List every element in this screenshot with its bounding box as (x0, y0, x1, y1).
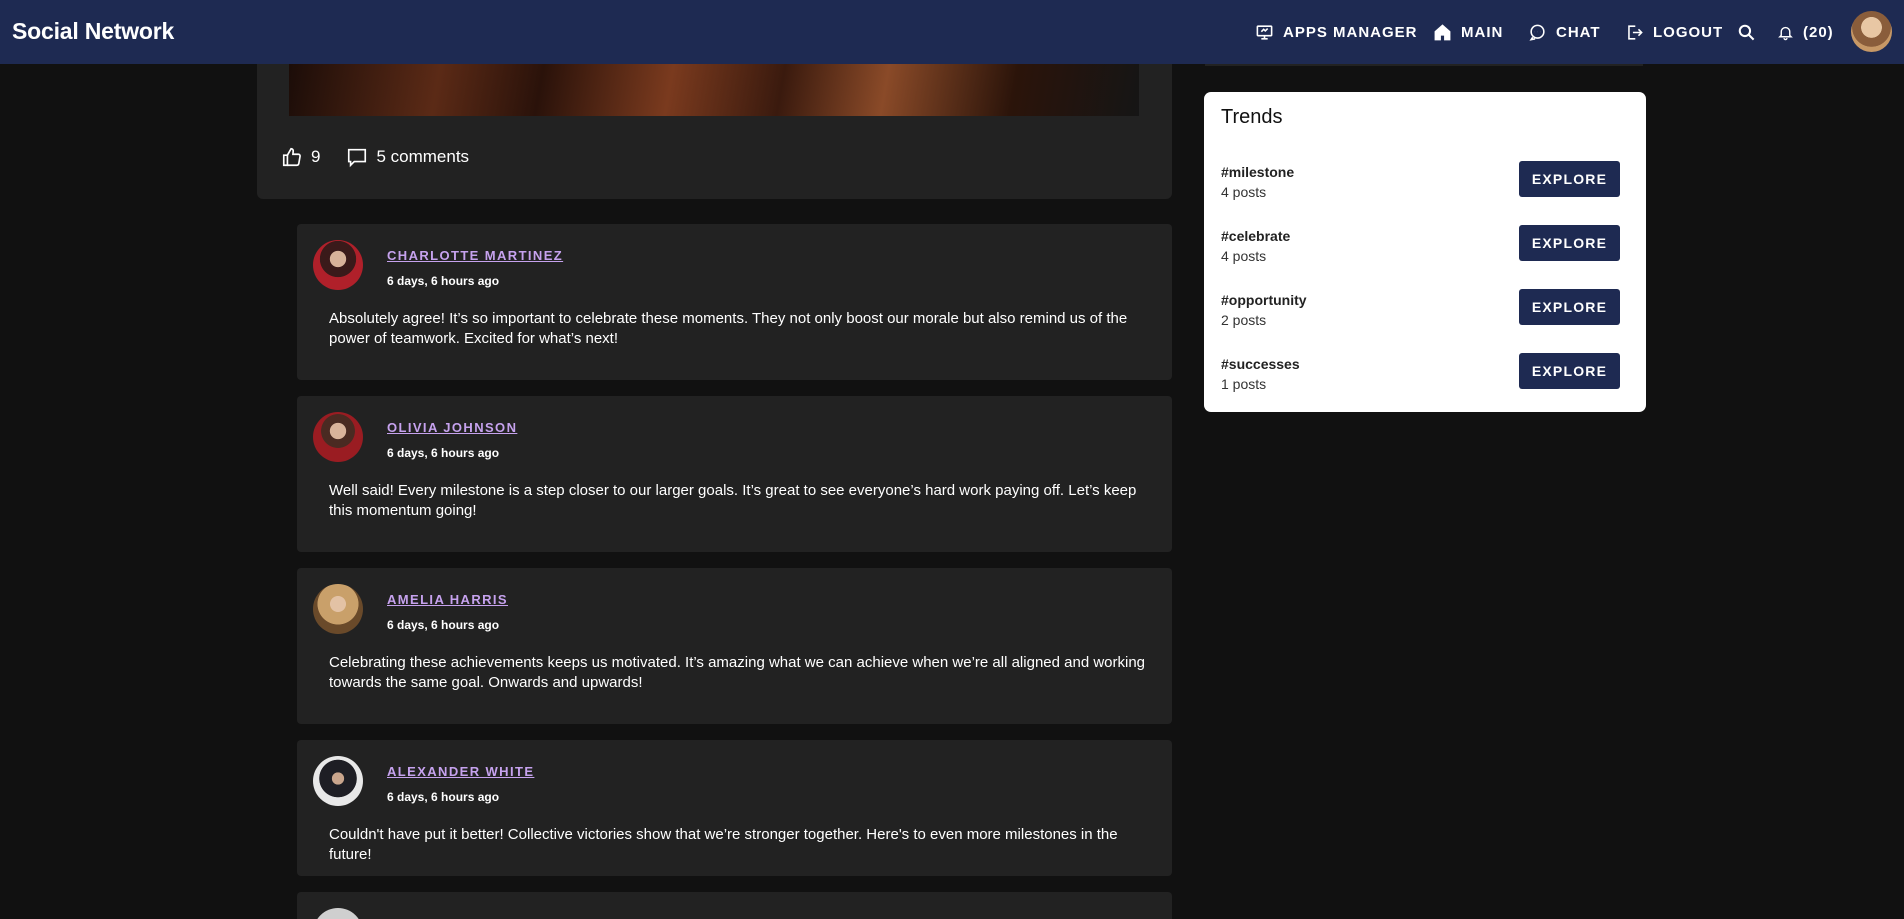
comment-timestamp: 6 days, 6 hours ago (387, 618, 500, 632)
comment-author-link[interactable]: OLIVIA JOHNSON (387, 420, 517, 435)
explore-button[interactable]: EXPLORE (1519, 225, 1620, 261)
explore-button[interactable]: EXPLORE (1519, 161, 1620, 197)
nav-chat-label: CHAT (1556, 23, 1601, 41)
nav-chat[interactable]: CHAT (1528, 0, 1601, 64)
comment-text: Well said! Every milestone is a step clo… (329, 482, 1137, 519)
comment-author-link[interactable]: CHARLOTTE MARTINEZ (387, 248, 563, 263)
comment-text: Absolutely agree! It’s so important to c… (329, 310, 1128, 347)
trends-card: Trends #milestone 4 posts EXPLORE #celeb… (1204, 92, 1646, 412)
nav-apps-manager[interactable]: APPS MANAGER (1255, 0, 1418, 64)
trend-item: #milestone 4 posts EXPLORE (1221, 161, 1631, 210)
commenter-avatar[interactable] (313, 412, 363, 462)
likes-count: 9 (311, 147, 321, 166)
trend-item: #celebrate 4 posts EXPLORE (1221, 225, 1631, 274)
post-stats: 9 5 comments (281, 146, 469, 168)
brand-logo[interactable]: Social Network (12, 18, 174, 45)
trend-item: #successes 1 posts EXPLORE (1221, 353, 1631, 402)
monitor-icon (1256, 24, 1273, 40)
trend-hashtag: #milestone (1221, 164, 1295, 180)
comment-timestamp: 6 days, 6 hours ago (387, 274, 500, 288)
nav-apps-manager-label: APPS MANAGER (1283, 23, 1418, 41)
logout-icon (1628, 24, 1643, 40)
comment-icon (348, 148, 367, 168)
comment-item: OLIVIA JOHNSON 6 days, 6 hours ago Well … (297, 396, 1172, 552)
notifications-count: (20) (1803, 23, 1834, 41)
comment-item: AMELIA HARRIS 6 days, 6 hours ago Celebr… (297, 568, 1172, 724)
commenter-avatar[interactable] (313, 756, 363, 806)
trend-hashtag: #successes (1221, 356, 1300, 372)
trend-item: #opportunity 2 posts EXPLORE (1221, 289, 1631, 338)
commenter-avatar[interactable] (313, 584, 363, 634)
thumbs-up-icon (282, 147, 301, 167)
notifications-button[interactable]: (20) (1777, 0, 1834, 64)
top-navigation-bar: Social Network APPS MANAGER MAIN CHAT LO… (0, 0, 1904, 64)
comment-item: ALEXANDER WHITE 6 days, 6 hours ago Coul… (297, 740, 1172, 876)
trend-post-count: 2 posts (1221, 312, 1267, 328)
user-avatar[interactable] (1851, 11, 1892, 52)
bell-icon (1778, 26, 1793, 40)
trend-hashtag: #celebrate (1221, 228, 1291, 244)
explore-button[interactable]: EXPLORE (1519, 353, 1620, 389)
explore-button[interactable]: EXPLORE (1519, 289, 1620, 325)
search-icon (1738, 24, 1755, 40)
comments-button[interactable]: 5 comments (346, 146, 469, 168)
home-icon (1434, 23, 1451, 40)
comment-item (297, 892, 1172, 919)
comment-timestamp: 6 days, 6 hours ago (387, 790, 500, 804)
nav-main[interactable]: MAIN (1433, 0, 1503, 64)
commenter-avatar[interactable] (313, 240, 363, 290)
nav-main-label: MAIN (1461, 23, 1504, 41)
trend-post-count: 4 posts (1221, 248, 1267, 264)
trend-hashtag: #opportunity (1221, 292, 1307, 308)
commenter-avatar[interactable] (313, 908, 363, 919)
nav-logout-label: LOGOUT (1653, 23, 1724, 41)
comment-text: Couldn't have put it better! Collective … (329, 826, 1118, 863)
trend-post-count: 1 posts (1221, 376, 1267, 392)
comment-author-link[interactable]: ALEXANDER WHITE (387, 764, 534, 779)
comment-author-link[interactable]: AMELIA HARRIS (387, 592, 508, 607)
comment-text: Celebrating these achievements keeps us … (329, 654, 1146, 691)
trends-title: Trends (1221, 106, 1283, 128)
nav-logout[interactable]: LOGOUT (1625, 0, 1723, 64)
comment-timestamp: 6 days, 6 hours ago (387, 446, 500, 460)
search-button[interactable] (1737, 0, 1756, 64)
trend-post-count: 4 posts (1221, 184, 1267, 200)
chat-icon (1529, 24, 1545, 41)
like-button[interactable]: 9 (281, 146, 320, 168)
comment-item: CHARLOTTE MARTINEZ 6 days, 6 hours ago A… (297, 224, 1172, 380)
comments-count-label: 5 comments (376, 147, 470, 166)
